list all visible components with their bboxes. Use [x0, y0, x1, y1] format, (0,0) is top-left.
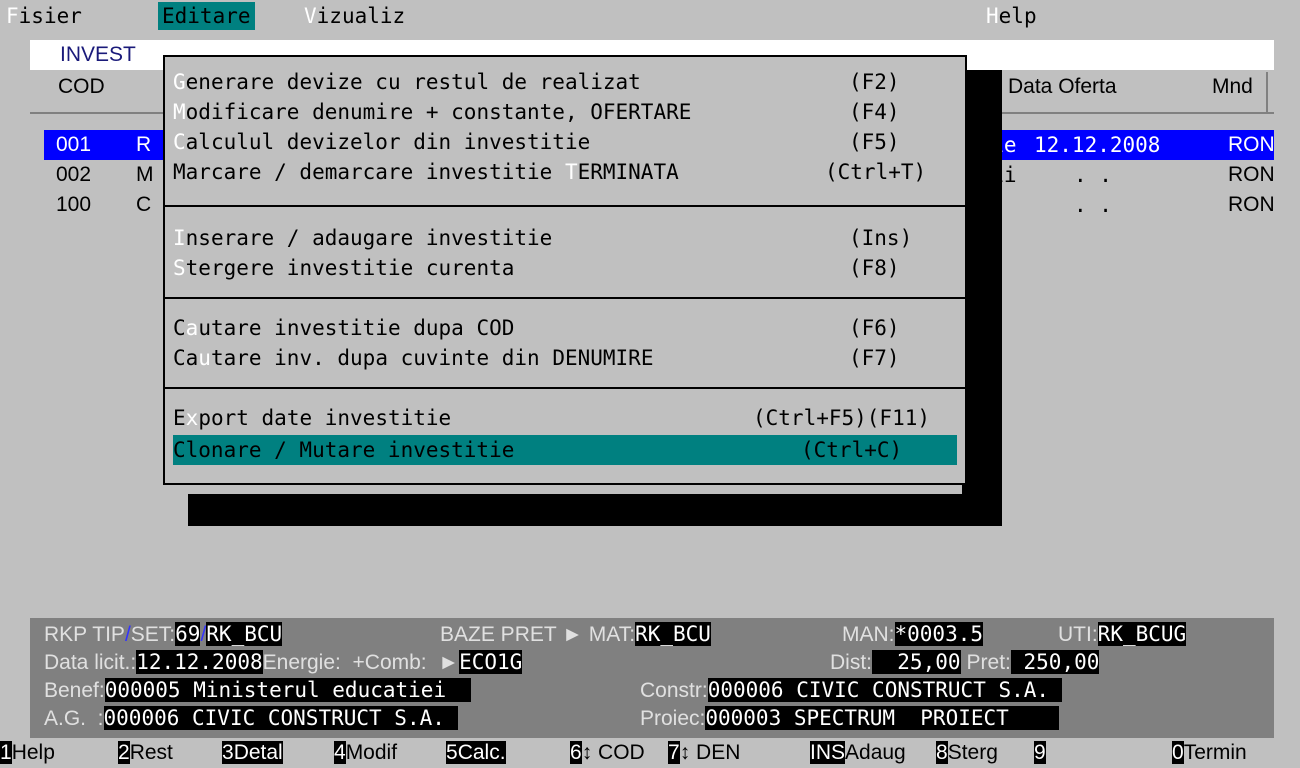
fkey-sterg[interactable]: 8Sterg	[936, 738, 998, 768]
col-header-cod[interactable]: COD	[58, 70, 105, 104]
col-header-mnd[interactable]: Mnd	[1212, 70, 1253, 104]
set-value[interactable]: RK_BCU	[206, 622, 283, 646]
menu-bar: Fisier Editare Vizualiz Help	[0, 0, 1300, 30]
baze-pret-label: BAZE PRET ► MAT:	[440, 623, 636, 646]
pret-value[interactable]: 250,00	[1010, 650, 1100, 674]
menu-separator	[165, 297, 965, 299]
col-header-data-oferta[interactable]: Data Oferta	[1008, 70, 1117, 104]
pret-label: Pret:	[966, 651, 1011, 674]
menu-editare[interactable]: Editare	[158, 2, 255, 30]
benef-label: Benef:	[44, 679, 105, 702]
proiec-value[interactable]: 000003 SPECTRUM PROIECT	[705, 706, 1060, 730]
fkey-den[interactable]: 7↕ DEN	[668, 738, 746, 768]
dist-value[interactable]: 25,00	[872, 650, 961, 674]
data-licit-label: Data licit.:	[44, 651, 137, 674]
row-mnd: RON	[1228, 163, 1275, 186]
row-mnd: RON	[1228, 193, 1275, 216]
constr-label: Constr:	[640, 679, 708, 702]
rkp-label: RKP TIP	[44, 623, 125, 646]
menu-item-cautare-cod[interactable]: Cautare investitie dupa COD (F6)	[173, 313, 957, 343]
dist-label: Dist:	[830, 651, 872, 674]
tip-value[interactable]: 69	[175, 622, 201, 646]
menu-item-modificare-denumire[interactable]: Modificare denumire + constante, OFERTAR…	[173, 97, 957, 127]
ag-label: A.G. :	[44, 707, 104, 730]
row-cod: 100	[56, 193, 92, 216]
row-data-oferta: . .	[1074, 163, 1112, 187]
function-key-bar: 1Help 2Rest 3Detal 4Modif 5Calc. 6↕ COD …	[0, 738, 1300, 768]
fkey-adaug[interactable]: INSAdaug	[810, 738, 906, 768]
row-den: M	[136, 163, 154, 186]
row-data-oferta: 12.12.2008	[1034, 133, 1161, 157]
row-mnd: RON	[1228, 133, 1275, 156]
menu-item-calculul-devizelor[interactable]: Calculul devizelor din investitie (F5)	[173, 127, 957, 157]
uti-label: UTI:	[1058, 623, 1098, 646]
menu-help[interactable]: Help	[982, 2, 1041, 30]
fkey-detal[interactable]: 3Detal	[222, 738, 283, 768]
ag-value[interactable]: 000006 CIVIC CONSTRUCT S.A.	[103, 706, 458, 730]
benef-value[interactable]: 000005 Ministerul educatiei	[104, 678, 472, 702]
dropdown-shadow-bottom	[188, 494, 1002, 526]
fkey-9[interactable]: 9	[1034, 738, 1075, 768]
fkey-cod[interactable]: 6↕ COD	[570, 738, 645, 768]
menu-item-generare-devize[interactable]: Generare devize cu restul de realizat (F2…	[173, 67, 957, 97]
dropdown-shadow-right	[962, 70, 1002, 526]
col-divider	[1266, 72, 1268, 112]
fkey-rest[interactable]: 2Rest	[118, 738, 179, 768]
row-cod: 001	[56, 133, 92, 156]
energie-value[interactable]: ECO1G	[459, 650, 523, 674]
menu-item-stergere[interactable]: Stergere investitie curenta (F8)	[173, 253, 957, 283]
menu-fisier[interactable]: Fisier	[2, 2, 86, 30]
row-data-oferta: . .	[1074, 193, 1112, 217]
menu-item-marcare-terminata[interactable]: Marcare / demarcare investitie TERMINATA…	[173, 157, 957, 187]
energie-label: Energie: +Comb: ►	[262, 651, 460, 674]
fkey-termin[interactable]: 0Termin	[1172, 738, 1247, 768]
data-licit-value[interactable]: 12.12.2008	[136, 650, 263, 674]
row-cod: 002	[56, 163, 92, 186]
menu-separator	[165, 205, 965, 207]
menu-vizualiz[interactable]: Vizualiz	[300, 2, 409, 30]
window-tab[interactable]: INVEST	[60, 40, 136, 70]
menu-item-cautare-denumire[interactable]: Cautare inv. dupa cuvinte din DENUMIRE (F…	[173, 343, 957, 373]
editare-dropdown-menu: Generare devize cu restul de realizat (F2…	[163, 55, 967, 485]
mat-value[interactable]: RK_BCU	[635, 622, 711, 646]
constr-value[interactable]: 000006 CIVIC CONSTRUCT S.A.	[707, 678, 1062, 702]
uti-value[interactable]: RK_BCUG	[1097, 622, 1187, 646]
man-label: MAN:	[842, 623, 895, 646]
menu-item-inserare[interactable]: Inserare / adaugare investitie (Ins)	[173, 223, 957, 253]
fkey-help[interactable]: 1Help	[0, 738, 61, 768]
info-panel: RKP TIP/SET:69/RK_BCU BAZE PRET ► MAT:RK…	[30, 618, 1274, 738]
row-den: C	[136, 193, 152, 216]
fkey-calc[interactable]: 5Calc.	[446, 738, 506, 768]
man-value[interactable]: *0003.5	[894, 622, 984, 646]
proiec-label: Proiec:	[640, 707, 706, 730]
menu-item-clonare[interactable]: Clonare / Mutare investitie (Ctrl+C)	[173, 435, 957, 465]
menu-separator	[165, 387, 965, 389]
menu-item-export[interactable]: Export date investitie (Ctrl+F5)(F11)	[173, 403, 957, 433]
row-den: R	[136, 133, 152, 156]
fkey-modif[interactable]: 4Modif	[334, 738, 397, 768]
